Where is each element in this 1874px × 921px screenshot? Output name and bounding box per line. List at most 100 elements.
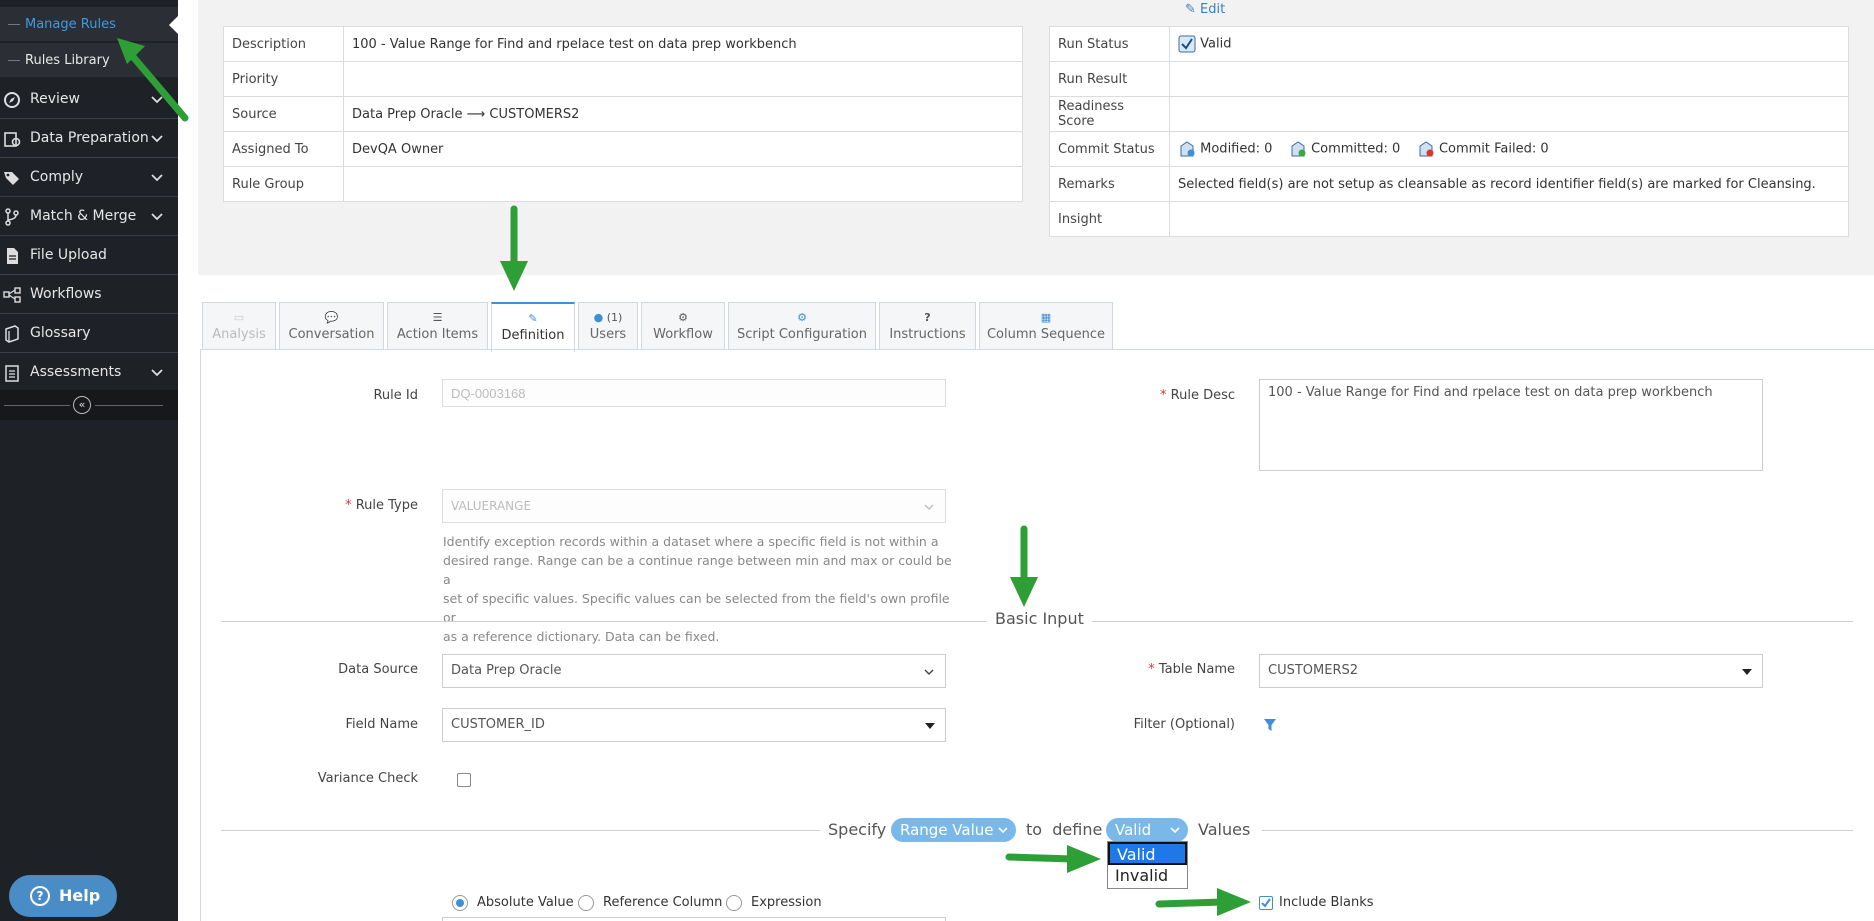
tab-conversation[interactable]: 💬 Conversation bbox=[279, 302, 384, 350]
range-value-input[interactable] bbox=[442, 917, 946, 921]
radio-reference-column[interactable] bbox=[578, 895, 594, 911]
sidebar-subitem-label: Manage Rules bbox=[25, 17, 116, 32]
table-row: Run Result bbox=[1049, 61, 1849, 97]
sidebar-item-label: Review bbox=[30, 91, 80, 107]
basic-input-title: Basic Input bbox=[987, 609, 1092, 628]
field-name-select[interactable]: CUSTOMER_ID bbox=[442, 708, 946, 742]
sidebar-collapse-bar: « bbox=[0, 390, 178, 420]
valid-status-icon bbox=[1178, 35, 1196, 53]
annotation-arrow-icon bbox=[1010, 525, 1038, 607]
chevron-down-icon bbox=[151, 213, 163, 221]
rule-desc-textarea[interactable]: 100 - Value Range for Find and rpelace t… bbox=[1259, 379, 1763, 471]
tab-users[interactable]: ● (1) Users bbox=[578, 302, 638, 350]
sidebar-item-label: Data Preparation bbox=[30, 130, 149, 146]
sidebar: Manage Rules Rules Library Review Data P… bbox=[0, 0, 178, 921]
range-value-select[interactable]: Range Value bbox=[891, 818, 1016, 842]
table-row: Priority bbox=[223, 61, 1023, 97]
table-row: Commit Status Modified: 0 Committed: 0 C… bbox=[1049, 131, 1849, 167]
help-button[interactable]: ? Help bbox=[9, 875, 117, 917]
tab-definition[interactable]: ✎ Definition bbox=[491, 302, 575, 352]
sidebar-item-comply[interactable]: Comply bbox=[0, 158, 178, 197]
caret-down-icon bbox=[925, 723, 935, 729]
question-icon: ? bbox=[924, 311, 931, 324]
sidebar-item-label: Assessments bbox=[30, 364, 122, 380]
chevron-down-icon bbox=[151, 369, 163, 377]
gear-icon: ⚙ bbox=[797, 311, 807, 324]
table-name-select[interactable]: CUSTOMERS2 bbox=[1259, 654, 1763, 688]
radio-absolute-value[interactable] bbox=[452, 895, 468, 911]
sidebar-item-review[interactable]: Review bbox=[0, 80, 178, 119]
sidebar-item-assessments[interactable]: Assessments bbox=[0, 353, 178, 392]
users-count: (1) bbox=[606, 311, 623, 324]
chevron-down-icon bbox=[924, 504, 934, 510]
sidebar-subitem-manage-rules[interactable]: Manage Rules bbox=[0, 7, 178, 41]
data-source-select[interactable]: Data Prep Oracle bbox=[442, 654, 946, 688]
tab-workflow[interactable]: ⚙ Workflow bbox=[641, 302, 725, 350]
rule-type-label: * Rule Type bbox=[345, 498, 418, 513]
compass-icon bbox=[4, 92, 20, 108]
sidebar-item-data-preparation[interactable]: Data Preparation bbox=[0, 119, 178, 158]
run-status-value: Valid bbox=[1200, 36, 1232, 52]
table-row: Source Data Prep Oracle ⟶ CUSTOMERS2 bbox=[223, 96, 1023, 132]
commit-committed-icon bbox=[1291, 141, 1306, 157]
tags-icon bbox=[4, 172, 19, 185]
table-row: Readiness Score bbox=[1049, 96, 1849, 132]
rule-summary-panel: ✎ Edit Description 100 - Value Range for… bbox=[198, 0, 1874, 275]
sidebar-item-glossary[interactable]: Glossary bbox=[0, 314, 178, 353]
sidebar-subitem-rules-library[interactable]: Rules Library bbox=[0, 43, 178, 77]
filter-label: Filter (Optional) bbox=[1133, 717, 1235, 732]
file-icon bbox=[7, 248, 18, 264]
tab-analysis[interactable]: ▭ Analysis bbox=[202, 302, 276, 350]
field-name-label: Field Name bbox=[345, 717, 419, 732]
variance-check-checkbox[interactable] bbox=[457, 773, 471, 787]
valid-invalid-dropdown-list: Valid Invalid bbox=[1107, 841, 1188, 889]
chevron-down-icon bbox=[151, 135, 163, 143]
pencil-icon: ✎ bbox=[1185, 2, 1196, 17]
chevron-down-icon bbox=[151, 174, 163, 182]
sidebar-item-label: File Upload bbox=[30, 247, 107, 263]
dropdown-option-valid[interactable]: Valid bbox=[1108, 842, 1187, 865]
valid-invalid-select[interactable]: Valid bbox=[1106, 818, 1188, 842]
chevron-down-icon bbox=[151, 96, 163, 104]
data-prep-icon bbox=[4, 132, 21, 147]
table-row: Insight bbox=[1049, 201, 1849, 237]
sidebar-item-workflows[interactable]: Workflows bbox=[0, 275, 178, 314]
sidebar-subitem-label: Rules Library bbox=[25, 53, 110, 68]
chevron-down-icon bbox=[998, 827, 1008, 834]
tab-action-items[interactable]: ☰ Action Items bbox=[387, 302, 488, 350]
radio-expression[interactable] bbox=[726, 895, 742, 911]
question-circle-icon: ? bbox=[30, 886, 50, 906]
include-blanks-checkbox[interactable] bbox=[1259, 896, 1273, 910]
data-source-label: Data Source bbox=[338, 662, 418, 677]
include-blanks-label: Include Blanks bbox=[1279, 895, 1374, 910]
sidebar-item-label: Glossary bbox=[30, 325, 91, 341]
filter-icon[interactable] bbox=[1263, 718, 1277, 732]
commit-failed-icon bbox=[1419, 141, 1434, 157]
caret-down-icon bbox=[1742, 669, 1752, 675]
commit-modified-icon bbox=[1180, 141, 1195, 157]
sidebar-item-match-merge[interactable]: Match & Merge bbox=[0, 197, 178, 236]
tab-script-configuration[interactable]: ⚙ Script Configuration bbox=[728, 302, 876, 350]
chat-board-icon: ▭ bbox=[233, 311, 245, 324]
table-row: Assigned To DevQA Owner bbox=[223, 131, 1023, 167]
variance-check-label: Variance Check bbox=[317, 771, 418, 786]
sidebar-item-label: Comply bbox=[30, 169, 84, 185]
rule-desc-label: * Rule Desc bbox=[1160, 388, 1235, 403]
chevron-down-icon bbox=[1170, 827, 1180, 834]
rule-type-select[interactable]: VALUERANGE bbox=[442, 489, 946, 523]
dropdown-option-invalid[interactable]: Invalid bbox=[1108, 865, 1187, 888]
chevron-down-icon bbox=[924, 669, 934, 675]
edit-icon: ✎ bbox=[528, 312, 538, 325]
sidebar-item-label: Match & Merge bbox=[30, 208, 137, 224]
merge-icon bbox=[5, 208, 19, 226]
sidebar-item-file-upload[interactable]: File Upload bbox=[0, 236, 178, 275]
edit-link[interactable]: ✎ Edit bbox=[1185, 2, 1225, 17]
collapse-sidebar-icon[interactable]: « bbox=[73, 396, 91, 414]
rule-id-input[interactable] bbox=[442, 379, 946, 407]
table-name-label: * Table Name bbox=[1148, 662, 1235, 677]
table-row: Rule Group bbox=[223, 166, 1023, 202]
gears-icon: ⚙ bbox=[678, 311, 688, 324]
tab-instructions[interactable]: ? Instructions bbox=[879, 302, 976, 350]
specify-row: Specify Range Value to define Valid Valu… bbox=[820, 817, 1262, 843]
tab-column-sequence[interactable]: ▦ Column Sequence bbox=[979, 302, 1113, 350]
